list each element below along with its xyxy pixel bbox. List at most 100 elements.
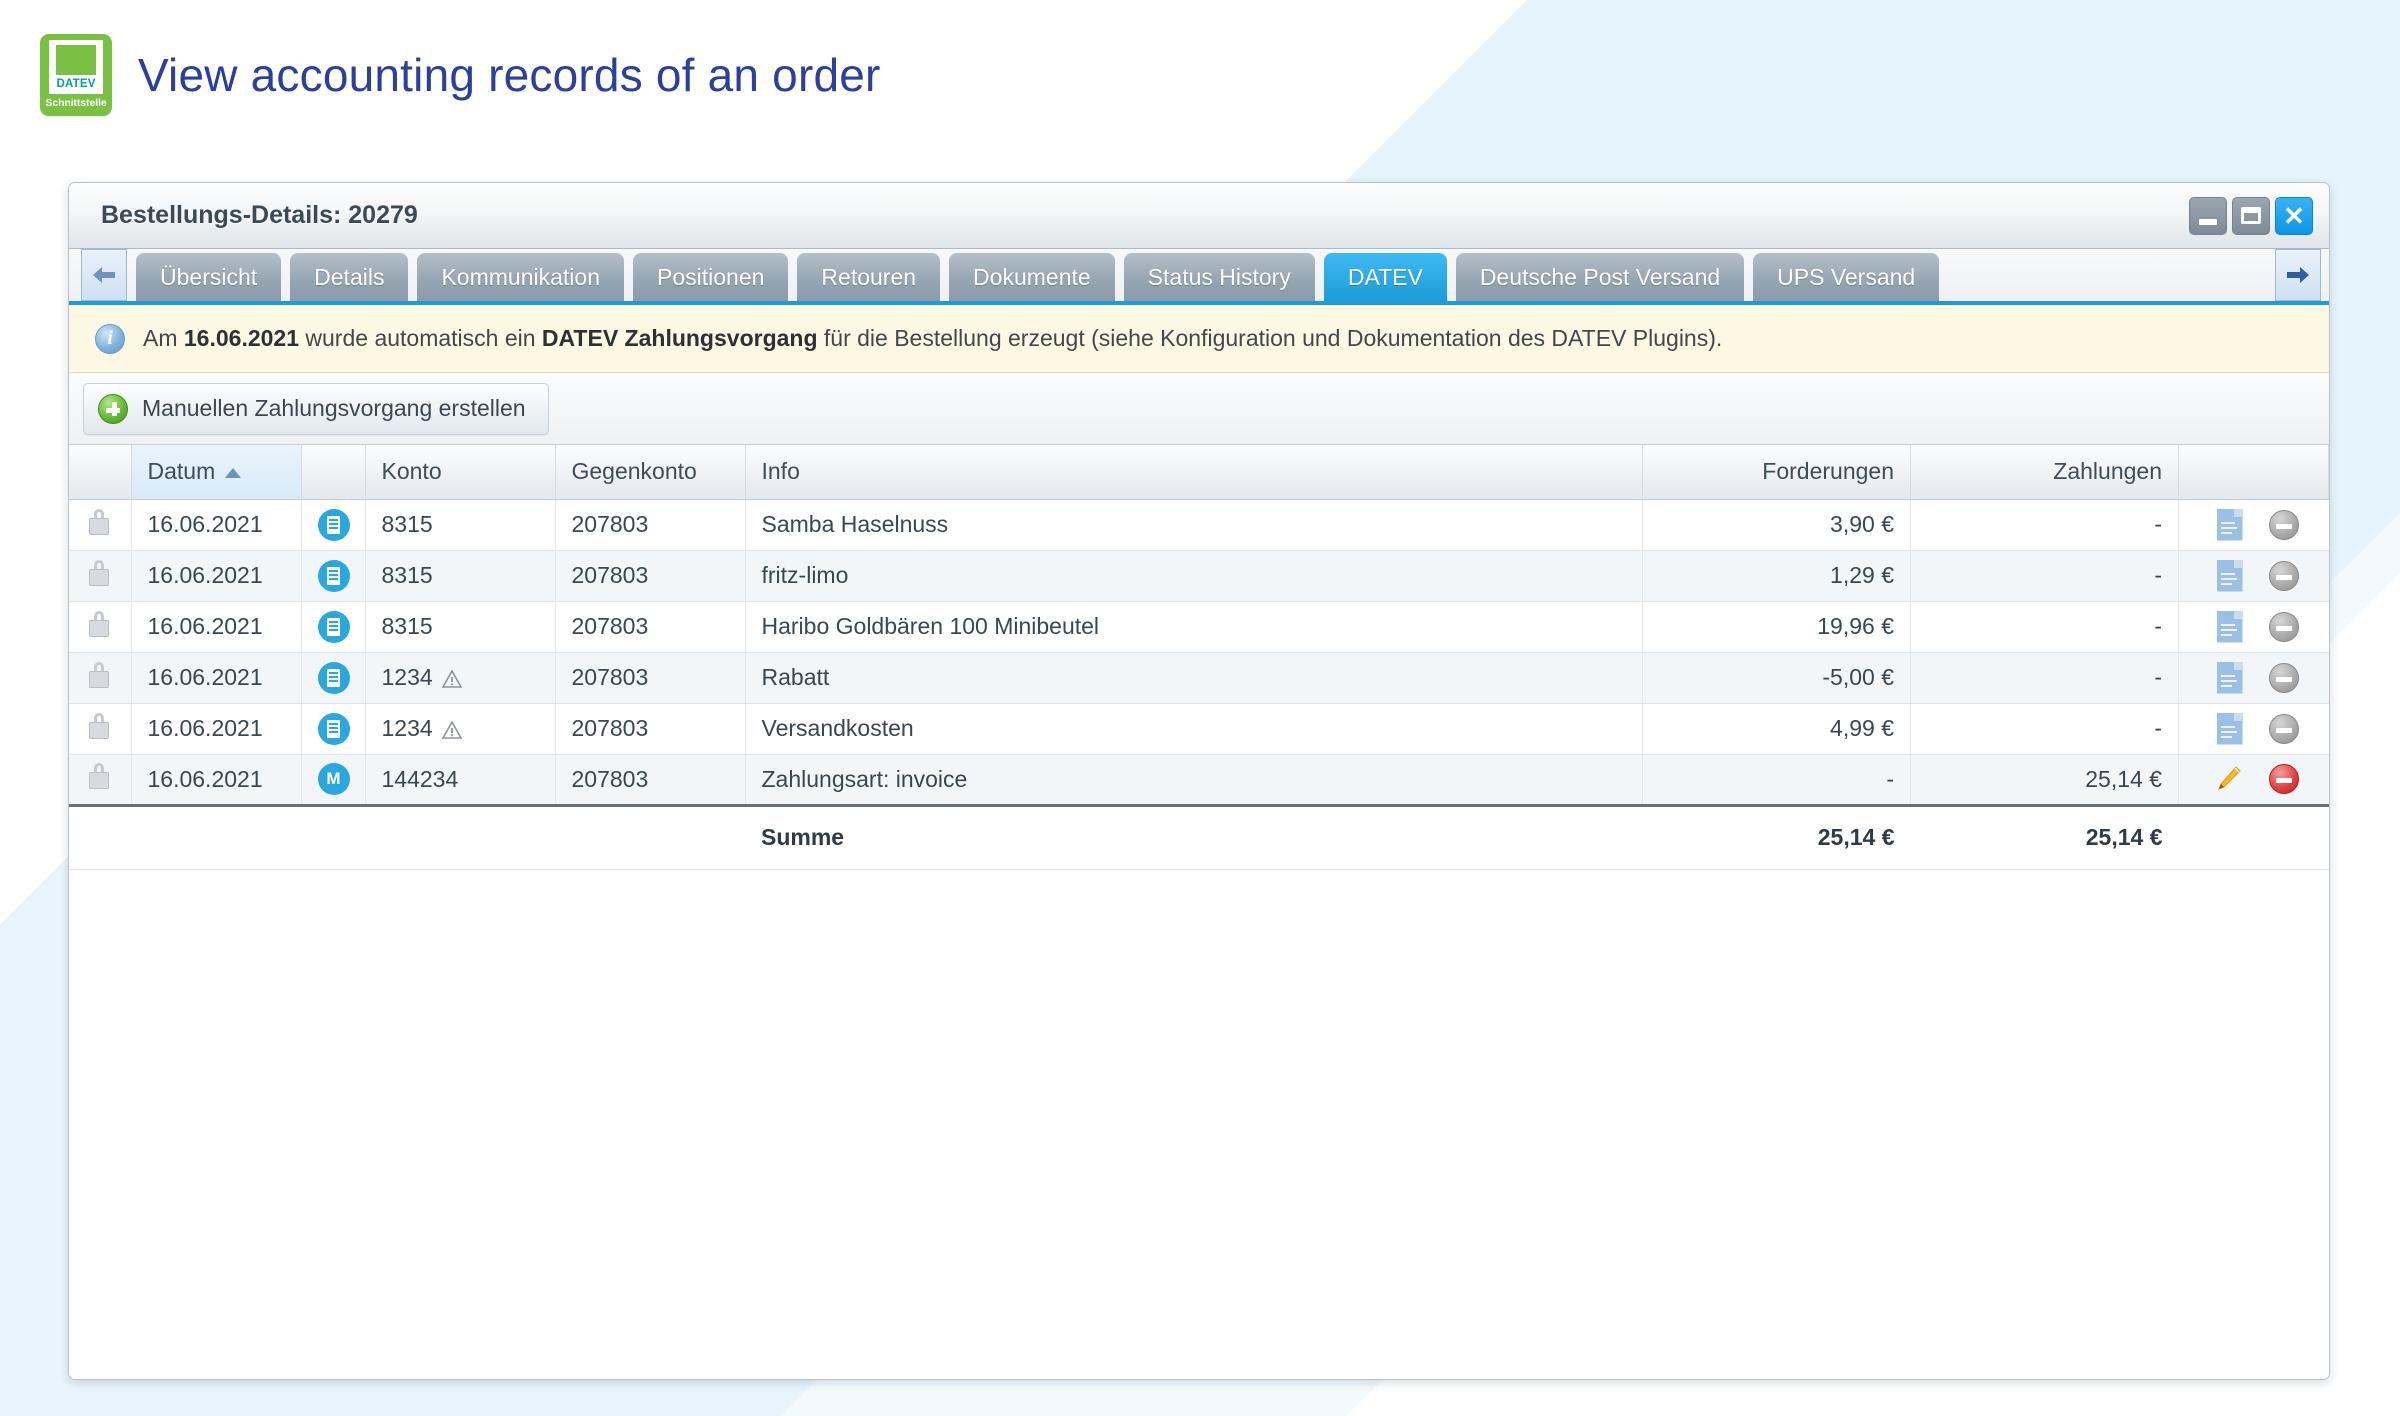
datev-schnittstelle-logo: DATEV Schnittstelle (40, 34, 112, 116)
cell-gegenkonto: 207803 (555, 703, 746, 755)
tab-label: Retouren (821, 263, 917, 290)
document-icon[interactable] (2216, 508, 2243, 541)
tab-details[interactable]: Details (290, 253, 409, 301)
summary-label: Summe (745, 803, 1643, 870)
cell-info: Rabatt (745, 652, 1643, 704)
cell-datum: 16.06.2021 (131, 601, 302, 653)
tab-positionen[interactable]: Positionen (633, 253, 789, 301)
sum-spacer-1 (69, 803, 131, 870)
document-icon[interactable] (2216, 661, 2243, 694)
konto-value: 8315 (381, 511, 433, 537)
page-title: View accounting records of an order (138, 49, 881, 101)
window-title: Bestellungs-Details: 20279 (101, 201, 418, 229)
cell-badge (301, 652, 366, 704)
table-toolbar: Manuellen Zahlungsvorgang erstellen (69, 373, 2329, 445)
tab-deutsche-post-versand[interactable]: Deutsche Post Versand (1455, 253, 1745, 301)
cell-konto: 1234 (365, 652, 556, 704)
table-row[interactable]: 16.06.2021 M 144234 207803 Zahlungsart: invo… (69, 754, 2329, 806)
cell-lock (69, 703, 132, 755)
document-entry-badge-icon (317, 661, 350, 694)
minimize-button[interactable] (2189, 196, 2227, 235)
delete-row-button (2268, 611, 2299, 642)
table-row[interactable]: 16.06.2021 8315 207803 Haribo Goldbären 100… (69, 601, 2329, 653)
cell-zahlungen: 25,14 € (1910, 754, 2179, 806)
cell-info: fritz-limo (745, 550, 1643, 602)
tab--bersicht[interactable]: Übersicht (136, 253, 282, 301)
col-gegenkonto[interactable]: Gegenkonto (555, 445, 746, 500)
edit-pencil-icon[interactable] (2213, 764, 2243, 794)
cell-forderungen: -5,00 € (1642, 652, 1911, 704)
lock-icon (89, 559, 109, 586)
col-datum[interactable]: Datum (131, 445, 302, 500)
cell-actions (2178, 652, 2329, 704)
lock-icon (89, 508, 109, 535)
tab-status-history[interactable]: Status History (1123, 253, 1315, 301)
info-icon: i (95, 323, 125, 354)
cell-zahlungen: - (1910, 652, 2179, 704)
tab-label: Status History (1147, 263, 1291, 290)
konto-value: 1234 (381, 664, 433, 690)
tab-retouren[interactable]: Retouren (797, 253, 941, 301)
delete-row-button (2268, 713, 2299, 744)
tab-kommunikation[interactable]: Kommunikation (417, 253, 624, 301)
sum-spacer-3 (301, 803, 365, 870)
cell-actions (2178, 703, 2329, 755)
cell-info: Haribo Goldbären 100 Minibeutel (745, 601, 1643, 653)
cell-info: Versandkosten (745, 703, 1643, 755)
tab-ups-versand[interactable]: UPS Versand (1753, 253, 1940, 301)
cell-gegenkonto: 207803 (555, 652, 746, 704)
delete-row-button (2268, 560, 2299, 591)
cell-datum: 16.06.2021 (131, 499, 302, 551)
close-button[interactable]: ✕ (2275, 196, 2313, 235)
tab-label: Kommunikation (441, 263, 600, 290)
delete-row-button (2268, 509, 2299, 540)
col-lock (69, 445, 132, 500)
konto-value: 8315 (381, 562, 433, 588)
table-header-row: Datum Konto Gegenkonto Info Forderungen … (69, 445, 2329, 500)
order-details-window: Bestellungs-Details: 20279 ✕ Übersicht De… (68, 182, 2330, 1380)
tab-scroll-right-button[interactable] (2275, 249, 2321, 301)
lock-icon (89, 712, 109, 739)
table-row[interactable]: 16.06.2021 8315 207803 Samba Haselnuss 3,90 … (69, 499, 2329, 551)
document-icon[interactable] (2216, 712, 2243, 745)
cell-konto: 1234 (365, 703, 556, 755)
lock-icon (89, 763, 109, 789)
logo-inner-box: DATEV (49, 40, 103, 94)
cell-forderungen: 1,29 € (1642, 550, 1911, 602)
lock-icon (89, 610, 109, 637)
cell-gegenkonto: 207803 (555, 550, 746, 602)
table-row[interactable]: 16.06.2021 1234 207803 Versandkosten 4,99 € - (69, 703, 2329, 755)
table-summary-row: Summe 25,14 €25,14 € (69, 803, 2329, 870)
delete-row-button[interactable] (2268, 764, 2299, 794)
tab-dokumente[interactable]: Dokumente (949, 253, 1115, 301)
col-zahlungen[interactable]: Zahlungen (1910, 445, 2179, 500)
create-manual-payment-button[interactable]: Manuellen Zahlungsvorgang erstellen (83, 382, 549, 435)
tab-bar: Übersicht Details Kommunikation Positionen R… (69, 249, 2329, 305)
col-actions (2178, 445, 2329, 500)
tab-scroll-left-button[interactable] (81, 249, 127, 301)
banner-prefix: Am (143, 325, 184, 351)
cell-badge (301, 601, 366, 653)
cell-gegenkonto: 207803 (555, 499, 746, 551)
maximize-icon (2241, 207, 2261, 224)
col-info[interactable]: Info (745, 445, 1643, 500)
cell-forderungen: 3,90 € (1642, 499, 1911, 551)
tab-datev[interactable]: DATEV (1323, 253, 1447, 301)
cell-zahlungen: - (1910, 499, 2179, 551)
document-icon[interactable] (2216, 610, 2243, 643)
document-icon[interactable] (2216, 559, 2243, 592)
document-entry-badge-icon (317, 508, 350, 541)
tab-label: Deutsche Post Versand (1479, 263, 1721, 290)
banner-mid: wurde automatisch ein (299, 325, 542, 351)
table-row[interactable]: 16.06.2021 1234 207803 Rabatt -5,00 € - (69, 652, 2329, 704)
col-forderungen[interactable]: Forderungen (1642, 445, 1911, 500)
tab-label: UPS Versand (1777, 263, 1916, 290)
cell-badge: M (301, 754, 366, 806)
maximize-button[interactable] (2232, 196, 2270, 235)
banner-date: 16.06.2021 (183, 325, 300, 351)
lock-icon (89, 661, 109, 688)
col-konto[interactable]: Konto (365, 445, 556, 500)
table-row[interactable]: 16.06.2021 8315 207803 fritz-limo 1,29 € - (69, 550, 2329, 602)
tab-label: Details (314, 263, 385, 290)
cell-badge (301, 703, 366, 755)
